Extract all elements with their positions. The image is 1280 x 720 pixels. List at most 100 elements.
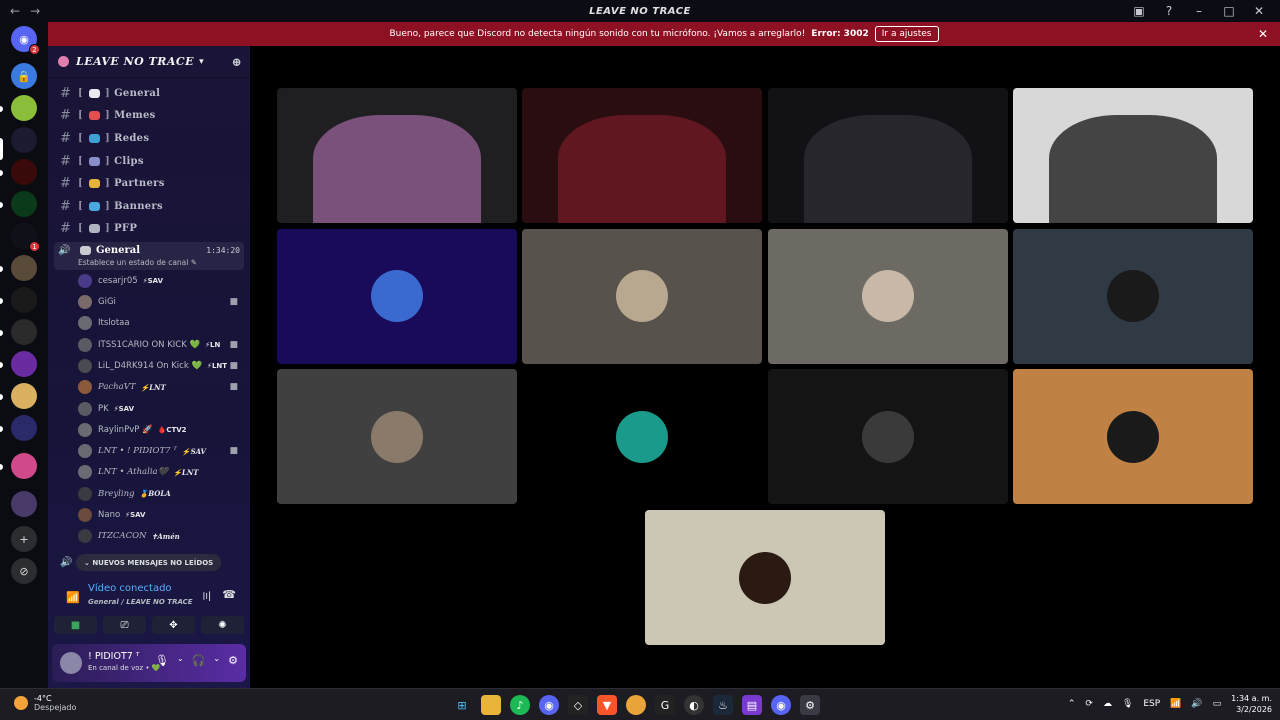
participant-tile[interactable]	[1012, 228, 1253, 364]
wifi-icon[interactable]: 📶	[1170, 699, 1181, 709]
brave-browser-icon[interactable]: ▼	[597, 695, 617, 715]
voice-member[interactable]: PK ⚡SAV	[48, 398, 250, 419]
server-icon[interactable]	[11, 191, 37, 217]
microphone-icon[interactable]: 🎙	[155, 654, 169, 667]
activities-button[interactable]: ✥	[152, 616, 195, 634]
voice-channel-general[interactable]: 🔊 General 1:34:20 Establece un estado de…	[54, 242, 244, 271]
explore-icon[interactable]: ⊘	[11, 558, 37, 584]
server-icon[interactable]	[11, 255, 37, 281]
chevron-up-icon[interactable]: ⌃	[1068, 699, 1076, 709]
headphones-icon[interactable]: 🎧	[192, 654, 206, 667]
voice-member[interactable]: PachaVT ⚡LNT ■	[48, 377, 250, 398]
maximize-button[interactable]: □	[1216, 4, 1242, 18]
video-stream-tile[interactable]	[522, 88, 763, 223]
soundboard-button[interactable]: ✺	[201, 616, 244, 634]
forward-arrow-icon[interactable]: →	[30, 4, 40, 18]
go-to-settings-button[interactable]: Ir a ajustes	[874, 26, 939, 42]
avatar[interactable]	[60, 652, 82, 674]
voice-member[interactable]: Breyling 🏅BOLA	[48, 483, 250, 504]
server-lock-icon[interactable]: 🔒	[11, 63, 37, 89]
voice-member[interactable]: LNT • Athalia🖤 ⚡LNT	[48, 462, 250, 483]
server-icon[interactable]	[11, 127, 37, 153]
volume-icon[interactable]: 🔊	[1191, 699, 1202, 709]
close-button[interactable]: ✕	[1246, 4, 1272, 18]
video-stream-tile[interactable]	[1012, 88, 1253, 223]
text-channel[interactable]: #[] Banners	[48, 195, 250, 218]
sync-icon[interactable]: ⟳	[1085, 699, 1093, 709]
close-icon[interactable]: ✕	[1258, 27, 1268, 41]
participant-tile[interactable]	[522, 369, 763, 505]
app-icon[interactable]: ◇	[568, 695, 588, 715]
voice-status[interactable]: Vídeo conectado	[88, 583, 172, 594]
voice-member[interactable]: ITZCACON ✝Amén	[48, 526, 250, 547]
server-icon[interactable]: 1	[11, 223, 40, 252]
text-channel[interactable]: #[] Partners	[48, 172, 250, 195]
video-stream-tile[interactable]	[767, 88, 1008, 223]
app-icon[interactable]	[626, 695, 646, 715]
voice-member[interactable]: GiGi ■	[48, 291, 250, 312]
text-channel[interactable]: #[] Redes	[48, 127, 250, 150]
voice-member[interactable]: RaylinPvP 🚀 🩸CTV2	[48, 419, 250, 440]
voice-member[interactable]: ITSS1CARIO ON KICK 💚 ⚡LN ■	[48, 334, 250, 355]
server-icon[interactable]	[11, 287, 37, 313]
discord-icon[interactable]: ◉	[539, 695, 559, 715]
file-explorer-icon[interactable]	[481, 695, 501, 715]
voice-member[interactable]: cesarjr05 ⚡SAV	[48, 270, 250, 291]
channel-status-prompt[interactable]: Establece un estado de canal ✎	[58, 258, 244, 267]
microphone-icon[interactable]: 🎙	[1122, 699, 1133, 709]
voice-member[interactable]: LiL_D4RK914 On Kick 💚 ⚡LNT ■	[48, 355, 250, 376]
voice-location[interactable]: General / LEAVE NO TRACE	[88, 598, 193, 606]
participant-tile[interactable]	[1012, 369, 1253, 505]
windows-start-icon[interactable]: ⊞	[452, 695, 472, 715]
text-channel[interactable]: #[] Memes	[48, 105, 250, 128]
language-indicator[interactable]: ESP	[1143, 699, 1160, 709]
app-icon[interactable]: G	[655, 695, 675, 715]
voice-member[interactable]: Nano ⚡SAV	[48, 504, 250, 525]
text-channel[interactable]: #[] Clips	[48, 150, 250, 173]
settings-icon[interactable]: ⚙	[800, 695, 820, 715]
add-server-icon[interactable]: +	[11, 526, 37, 552]
help-icon[interactable]: ?	[1156, 4, 1182, 18]
text-channel[interactable]: #[] PFP	[48, 218, 250, 241]
steam-icon[interactable]: ♨	[713, 695, 733, 715]
server-icon[interactable]	[11, 319, 37, 345]
disconnect-icon[interactable]: ☎	[222, 588, 236, 601]
back-arrow-icon[interactable]: ←	[10, 4, 20, 18]
server-icon[interactable]	[11, 159, 37, 185]
text-channel[interactable]: #[] General	[48, 82, 250, 105]
participant-tile[interactable]	[277, 228, 517, 364]
app-icon[interactable]: ▤	[742, 695, 762, 715]
discord-home-icon[interactable]: ◉ 2	[11, 26, 40, 55]
server-icon[interactable]	[11, 491, 37, 517]
new-unread-messages-pill[interactable]: ⌄ NUEVOS MENSAJES NO LEÍDOS	[76, 554, 222, 571]
server-header[interactable]: LEAVE NO TRACE ▾ ⊕	[48, 46, 250, 78]
voice-member[interactable]: Itslotaa	[48, 313, 250, 334]
participant-tile[interactable]	[277, 369, 517, 505]
chevron-down-icon[interactable]: ⌄	[177, 654, 184, 667]
battery-icon[interactable]: ▭	[1213, 699, 1222, 709]
screen-share-button[interactable]: ⎚	[103, 616, 146, 634]
noise-suppression-icon[interactable]: 〣	[201, 588, 212, 604]
invite-people-icon[interactable]: ⊕	[231, 55, 242, 69]
server-icon[interactable]	[11, 383, 37, 409]
server-icon[interactable]	[11, 351, 37, 377]
server-icon[interactable]	[11, 95, 37, 121]
weather-widget[interactable]: -4°C Despejado	[14, 694, 76, 712]
app-icon[interactable]: ◐	[684, 695, 704, 715]
chevron-down-icon[interactable]: ⌄	[213, 654, 220, 667]
participant-tile[interactable]	[767, 369, 1008, 505]
server-icon[interactable]	[11, 415, 37, 441]
spotify-icon[interactable]: ♪	[510, 695, 530, 715]
participant-tile[interactable]	[522, 228, 763, 364]
server-icon[interactable]	[11, 453, 37, 479]
gear-icon[interactable]: ⚙	[228, 654, 238, 667]
voice-member[interactable]: LNT • ! PIDIOT7 ᵀ ⚡SAV ■	[48, 441, 250, 462]
clock[interactable]: 1:34 a. m. 3/2/2026	[1231, 693, 1272, 715]
participant-tile[interactable]	[767, 228, 1008, 364]
signal-icon[interactable]: 📶	[66, 591, 80, 604]
minimize-button[interactable]: –	[1186, 4, 1212, 18]
participant-tile[interactable]	[645, 510, 885, 645]
cloud-icon[interactable]: ☁	[1103, 699, 1112, 709]
inbox-icon[interactable]: ▣	[1126, 4, 1152, 18]
discord-icon[interactable]: ◉	[771, 695, 791, 715]
